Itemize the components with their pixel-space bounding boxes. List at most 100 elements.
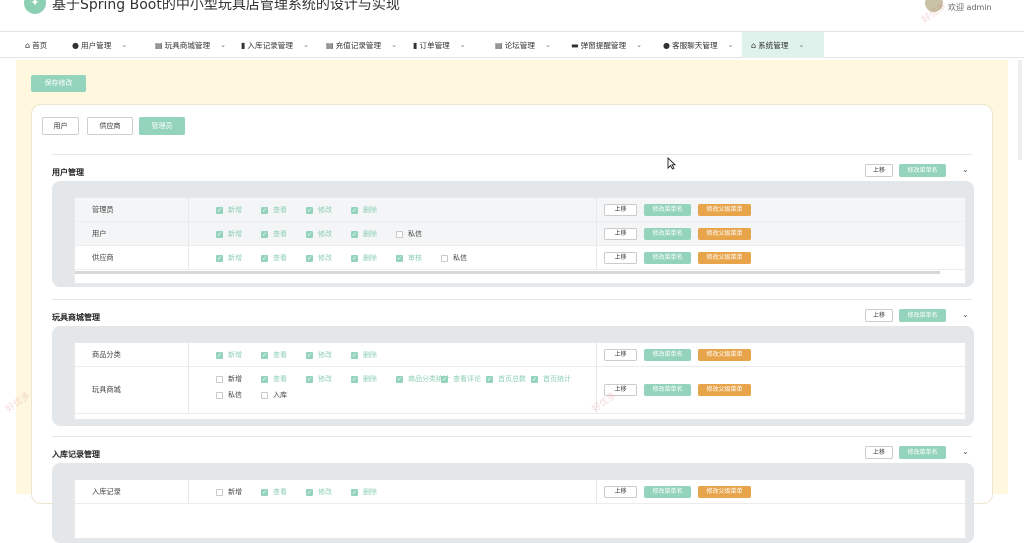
permission-checkbox[interactable]: ✓ 审核 <box>396 253 422 263</box>
nav-item-popup[interactable]: ▬ 弹窗提醒管理 ⌄ <box>562 32 654 58</box>
checkbox-icon[interactable] <box>396 230 403 238</box>
checkbox-icon[interactable] <box>441 254 448 262</box>
row-change-parent-button[interactable]: 修改父级菜单 <box>698 349 751 361</box>
row-rename-button[interactable]: 修改菜单名 <box>644 228 691 240</box>
page-scrollbar[interactable] <box>1018 60 1022 160</box>
checkbox-icon[interactable]: ✓ <box>216 206 223 214</box>
checkbox-icon[interactable]: ✓ <box>306 254 313 262</box>
permission-checkbox[interactable]: ✓ 修改 <box>306 374 332 384</box>
permission-checkbox[interactable]: ✓ 删除 <box>351 374 377 384</box>
row-change-parent-button[interactable]: 修改父级菜单 <box>698 252 751 264</box>
checkbox-icon[interactable]: ✓ <box>306 230 313 238</box>
permission-checkbox[interactable]: ✓ 修改 <box>306 205 332 215</box>
permission-checkbox[interactable]: 新增 <box>216 487 242 497</box>
permission-checkbox[interactable]: ✓ 删除 <box>351 487 377 497</box>
role-tab-user[interactable]: 用户 <box>42 117 79 135</box>
checkbox-icon[interactable]: ✓ <box>306 375 313 383</box>
permission-checkbox[interactable]: ✓ 删除 <box>351 205 377 215</box>
checkbox-icon[interactable] <box>216 488 223 496</box>
checkbox-icon[interactable]: ✓ <box>261 230 268 238</box>
row-move-up-button[interactable]: 上移 <box>604 204 637 216</box>
permission-checkbox[interactable]: 私信 <box>216 390 242 400</box>
permission-checkbox[interactable]: ✓ 查看评论 <box>441 374 481 384</box>
permission-checkbox[interactable]: ✓ 首页统计 <box>531 374 571 384</box>
row-rename-button[interactable]: 修改菜单名 <box>644 349 691 361</box>
checkbox-icon[interactable]: ✓ <box>351 488 358 496</box>
permission-checkbox[interactable]: ✓ 修改 <box>306 350 332 360</box>
nav-item-order[interactable]: ▮ 订单管理 ⌄ <box>404 32 482 58</box>
permission-checkbox[interactable]: ✓ 修改 <box>306 229 332 239</box>
nav-item-toy-mall[interactable]: ▤ 玩具商城管理 ⌄ <box>146 32 242 58</box>
permission-checkbox[interactable]: ✓ 修改 <box>306 253 332 263</box>
permission-checkbox[interactable]: ✓ 查看 <box>261 205 287 215</box>
permission-checkbox[interactable]: ✓ 查看 <box>261 487 287 497</box>
chevron-down-icon[interactable]: ⌄ <box>962 165 969 174</box>
save-button[interactable]: 保存修改 <box>31 75 86 92</box>
checkbox-icon[interactable]: ✓ <box>216 351 223 359</box>
role-tab-supplier[interactable]: 供应商 <box>87 117 133 135</box>
section-move-up-button[interactable]: 上移 <box>865 309 893 322</box>
permission-checkbox[interactable]: 入库 <box>261 390 287 400</box>
checkbox-icon[interactable]: ✓ <box>261 488 268 496</box>
permission-checkbox[interactable]: ✓ 首页总数 <box>486 374 526 384</box>
row-change-parent-button[interactable]: 修改父级菜单 <box>698 486 751 498</box>
checkbox-icon[interactable]: ✓ <box>261 351 268 359</box>
nav-item-user[interactable]: ● 用户管理 ⌄ <box>63 32 149 58</box>
permission-checkbox[interactable]: 新增 <box>216 374 242 384</box>
section-rename-button[interactable]: 修改菜单名 <box>899 309 946 322</box>
permission-checkbox[interactable]: ✓ 修改 <box>306 487 332 497</box>
permission-checkbox[interactable]: ✓ 新增 <box>216 229 242 239</box>
checkbox-icon[interactable]: ✓ <box>396 254 403 262</box>
checkbox-icon[interactable]: ✓ <box>306 351 313 359</box>
checkbox-icon[interactable]: ✓ <box>351 206 358 214</box>
checkbox-icon[interactable]: ✓ <box>351 254 358 262</box>
checkbox-icon[interactable]: ✓ <box>306 206 313 214</box>
row-move-up-button[interactable]: 上移 <box>604 349 637 361</box>
row-move-up-button[interactable]: 上移 <box>604 228 637 240</box>
nav-item-stock-in[interactable]: ▮ 入库记录管理 ⌄ <box>232 32 328 58</box>
role-tab-admin[interactable]: 管理员 <box>139 117 185 135</box>
section-move-up-button[interactable]: 上移 <box>865 446 893 459</box>
chevron-down-icon[interactable]: ⌄ <box>962 447 969 456</box>
row-change-parent-button[interactable]: 修改父级菜单 <box>698 204 751 216</box>
nav-item-system[interactable]: ⌂ 系统管理 ⌄ <box>742 32 824 58</box>
user-greeting[interactable]: 欢迎 admin <box>948 2 992 13</box>
checkbox-icon[interactable]: ✓ <box>216 254 223 262</box>
row-move-up-button[interactable]: 上移 <box>604 486 637 498</box>
permission-checkbox[interactable]: ✓ 删除 <box>351 253 377 263</box>
permission-checkbox[interactable]: ✓ 查看 <box>261 229 287 239</box>
checkbox-icon[interactable]: ✓ <box>261 254 268 262</box>
checkbox-icon[interactable] <box>261 391 268 399</box>
permission-checkbox[interactable]: ✓ 新增 <box>216 350 242 360</box>
chevron-down-icon[interactable]: ⌄ <box>962 310 969 319</box>
checkbox-icon[interactable]: ✓ <box>216 230 223 238</box>
checkbox-icon[interactable] <box>216 375 223 383</box>
section-move-up-button[interactable]: 上移 <box>865 164 893 177</box>
permission-checkbox[interactable]: ✓ 删除 <box>351 350 377 360</box>
nav-item-recharge[interactable]: ▤ 充值记录管理 ⌄ <box>317 32 413 58</box>
row-move-up-button[interactable]: 上移 <box>604 252 637 264</box>
checkbox-icon[interactable]: ✓ <box>351 375 358 383</box>
checkbox-icon[interactable]: ✓ <box>396 375 403 383</box>
row-change-parent-button[interactable]: 修改父级菜单 <box>698 228 751 240</box>
checkbox-icon[interactable]: ✓ <box>486 375 493 383</box>
row-change-parent-button[interactable]: 修改父级菜单 <box>698 384 751 396</box>
checkbox-icon[interactable]: ✓ <box>306 488 313 496</box>
horizontal-scrollbar[interactable] <box>75 271 940 274</box>
permission-checkbox[interactable]: ✓ 删除 <box>351 229 377 239</box>
permission-checkbox[interactable]: 私信 <box>441 253 467 263</box>
section-rename-button[interactable]: 修改菜单名 <box>899 446 946 459</box>
checkbox-icon[interactable]: ✓ <box>531 375 538 383</box>
nav-item-forum[interactable]: ▤ 论坛管理 ⌄ <box>486 32 560 58</box>
checkbox-icon[interactable]: ✓ <box>261 206 268 214</box>
permission-checkbox[interactable]: ✓ 查看 <box>261 253 287 263</box>
permission-checkbox[interactable]: ✓ 新增 <box>216 205 242 215</box>
checkbox-icon[interactable]: ✓ <box>351 351 358 359</box>
checkbox-icon[interactable]: ✓ <box>441 375 448 383</box>
row-rename-button[interactable]: 修改菜单名 <box>644 486 691 498</box>
checkbox-icon[interactable]: ✓ <box>351 230 358 238</box>
section-rename-button[interactable]: 修改菜单名 <box>899 164 946 177</box>
checkbox-icon[interactable] <box>216 391 223 399</box>
row-rename-button[interactable]: 修改菜单名 <box>644 252 691 264</box>
permission-checkbox[interactable]: ✓ 查看 <box>261 350 287 360</box>
